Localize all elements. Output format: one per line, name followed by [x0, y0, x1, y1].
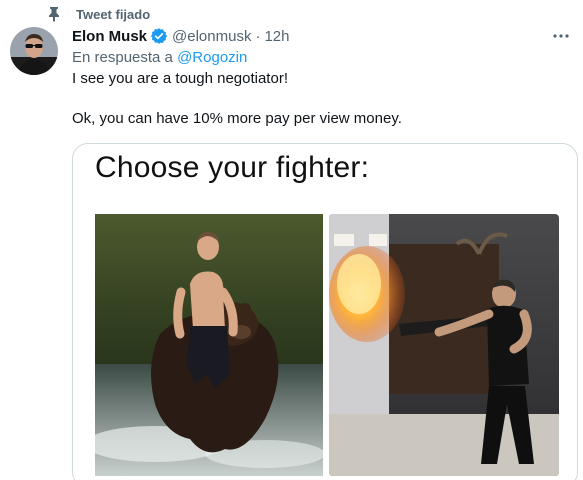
reply-context: En respuesta a @Rogozin — [72, 49, 583, 69]
tweet-media[interactable]: Choose your fighter: — [72, 143, 578, 480]
tweet-header: Elon Musk @elonmusk · 12h — [72, 26, 583, 46]
pin-icon — [46, 6, 62, 22]
reply-mention-link[interactable]: @Rogozin — [177, 49, 247, 66]
tweet-text: I see you are a tough negotiator! Ok, yo… — [72, 69, 583, 129]
author-handle[interactable]: @elonmusk — [172, 28, 251, 45]
bear-rider-photo[interactable] — [95, 214, 323, 476]
flamethrower-photo[interactable] — [329, 214, 559, 476]
pinned-indicator: Tweet fijado — [16, 6, 150, 22]
separator-dot: · — [255, 27, 261, 45]
avatar[interactable] — [10, 27, 58, 75]
tweet[interactable]: Tweet fijado Elon Musk @elonmusk · 12h E… — [0, 0, 583, 480]
pinned-label: Tweet fijado — [76, 6, 151, 22]
tweet-text-line-1: I see you are a tough negotiator! — [72, 70, 288, 87]
tweet-content: Elon Musk @elonmusk · 12h En respuesta a — [72, 26, 583, 129]
reply-prefix: En respuesta a — [72, 49, 173, 66]
meme-title: Choose your fighter: — [95, 151, 370, 184]
more-options-icon[interactable] — [551, 26, 571, 46]
author-name[interactable]: Elon Musk — [72, 28, 147, 45]
tweet-text-line-2: Ok, you can have 10% more pay per view m… — [72, 110, 402, 127]
verified-badge-icon — [150, 27, 168, 45]
tweet-timestamp[interactable]: 12h — [264, 28, 289, 45]
